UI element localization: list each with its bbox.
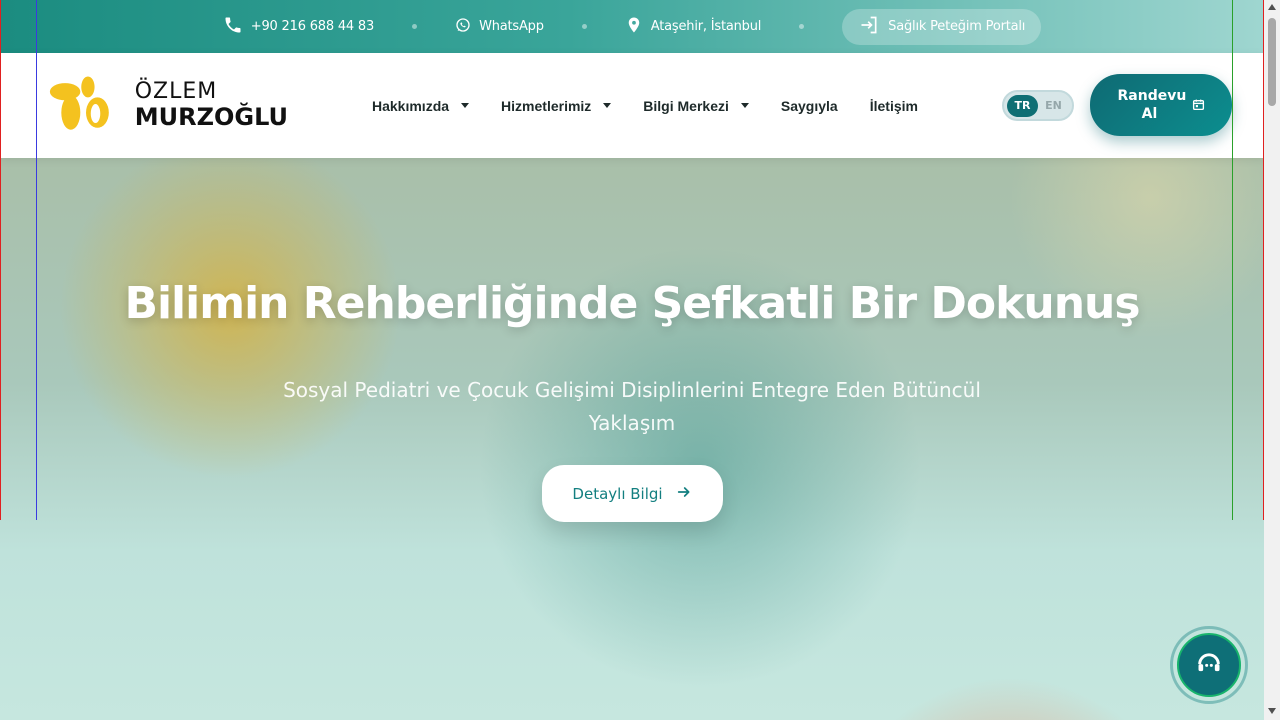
nav-item-bilgi-merkezi[interactable]: Bilgi Merkezi [643, 98, 749, 114]
nav-item-label: İletişim [869, 97, 918, 114]
nav-item-label: Bilgi Merkezi [643, 97, 729, 114]
lang-option-en[interactable]: EN [1038, 95, 1069, 117]
guide-line [1232, 0, 1233, 520]
appointment-label: Randevu Al [1117, 88, 1187, 122]
main-header: ÖZLEM MURZOĞLU Hakkımızda Hizmetlerimiz … [0, 53, 1264, 158]
logo[interactable]: ÖZLEM MURZOĞLU [48, 75, 288, 135]
whatsapp-icon [455, 17, 471, 37]
guide-line [1263, 0, 1264, 520]
caret-down-icon [740, 103, 749, 108]
login-icon [858, 15, 880, 39]
phone-icon [223, 15, 243, 39]
portal-button[interactable]: Sağlık Peteğim Portalı [842, 8, 1042, 45]
phone-number: +90 216 688 44 83 [250, 19, 375, 34]
calendar-icon [1192, 96, 1205, 115]
appointment-button[interactable]: Randevu Al [1090, 74, 1232, 136]
details-button[interactable]: Detaylı Bilgi [542, 465, 723, 522]
nav-item-saygiyla[interactable]: Saygıyla [781, 98, 838, 114]
main-nav: Hakkımızda Hizmetlerimiz Bilgi Merkezi S… [372, 53, 918, 158]
page: +90 216 688 44 83 WhatsApp Ataşehir, İst… [0, 0, 1264, 720]
whatsapp-link[interactable]: WhatsApp [455, 17, 544, 37]
portal-label: Sağlık Peteğim Portalı [888, 19, 1026, 34]
nav-item-iletisim[interactable]: İletişim [870, 98, 918, 114]
nav-item-hizmetlerimiz[interactable]: Hizmetlerimiz [501, 97, 612, 114]
details-label: Detaylı Bilgi [572, 484, 663, 503]
hero-subtitle: Sosyal Pediatri ve Çocuk Gelişimi Disipl… [283, 378, 981, 435]
nav-item-label: Hizmetlerimiz [501, 97, 592, 114]
lang-option-tr[interactable]: TR [1007, 94, 1038, 117]
language-switcher[interactable]: TR EN [1002, 90, 1074, 121]
location-pin-icon [625, 14, 643, 40]
page-scrollbar[interactable] [1264, 0, 1280, 720]
separator-dot [412, 24, 418, 29]
nav-item-label: Saygıyla [780, 97, 838, 114]
top-bar: +90 216 688 44 83 WhatsApp Ataşehir, İst… [0, 0, 1264, 53]
logo-mark-icon [49, 76, 109, 130]
separator-dot [799, 24, 805, 29]
guide-line [0, 0, 1, 520]
logo-line2: MURZOĞLU [134, 103, 288, 131]
logo-text: ÖZLEM MURZOĞLU [134, 79, 288, 131]
scroll-down-icon[interactable] [1268, 708, 1276, 714]
caret-down-icon [461, 103, 470, 108]
scrollbar-thumb[interactable] [1268, 18, 1276, 106]
guide-line [36, 0, 37, 520]
arrow-right-icon [675, 484, 693, 504]
caret-down-icon [603, 103, 612, 108]
logo-line1: ÖZLEM [134, 79, 218, 104]
location-link[interactable]: Ataşehir, İstanbul [625, 14, 761, 40]
support-headset-icon [1195, 649, 1223, 681]
support-inner [1177, 633, 1241, 697]
hero-title: Bilimin Rehberliğinde Şefkatli Bir Dokun… [124, 278, 1140, 329]
nav-item-label: Hakkımızda [372, 97, 450, 114]
phone-link[interactable]: +90 216 688 44 83 [223, 15, 374, 39]
hero-section: Bilimin Rehberliğinde Şefkatli Bir Dokun… [0, 158, 1264, 720]
scroll-up-icon[interactable] [1268, 4, 1276, 10]
location-label: Ataşehir, İstanbul [650, 19, 762, 34]
support-button[interactable] [1170, 626, 1248, 704]
separator-dot [581, 24, 587, 29]
nav-item-hakkimizda[interactable]: Hakkımızda [372, 97, 470, 114]
whatsapp-label: WhatsApp [479, 19, 544, 34]
